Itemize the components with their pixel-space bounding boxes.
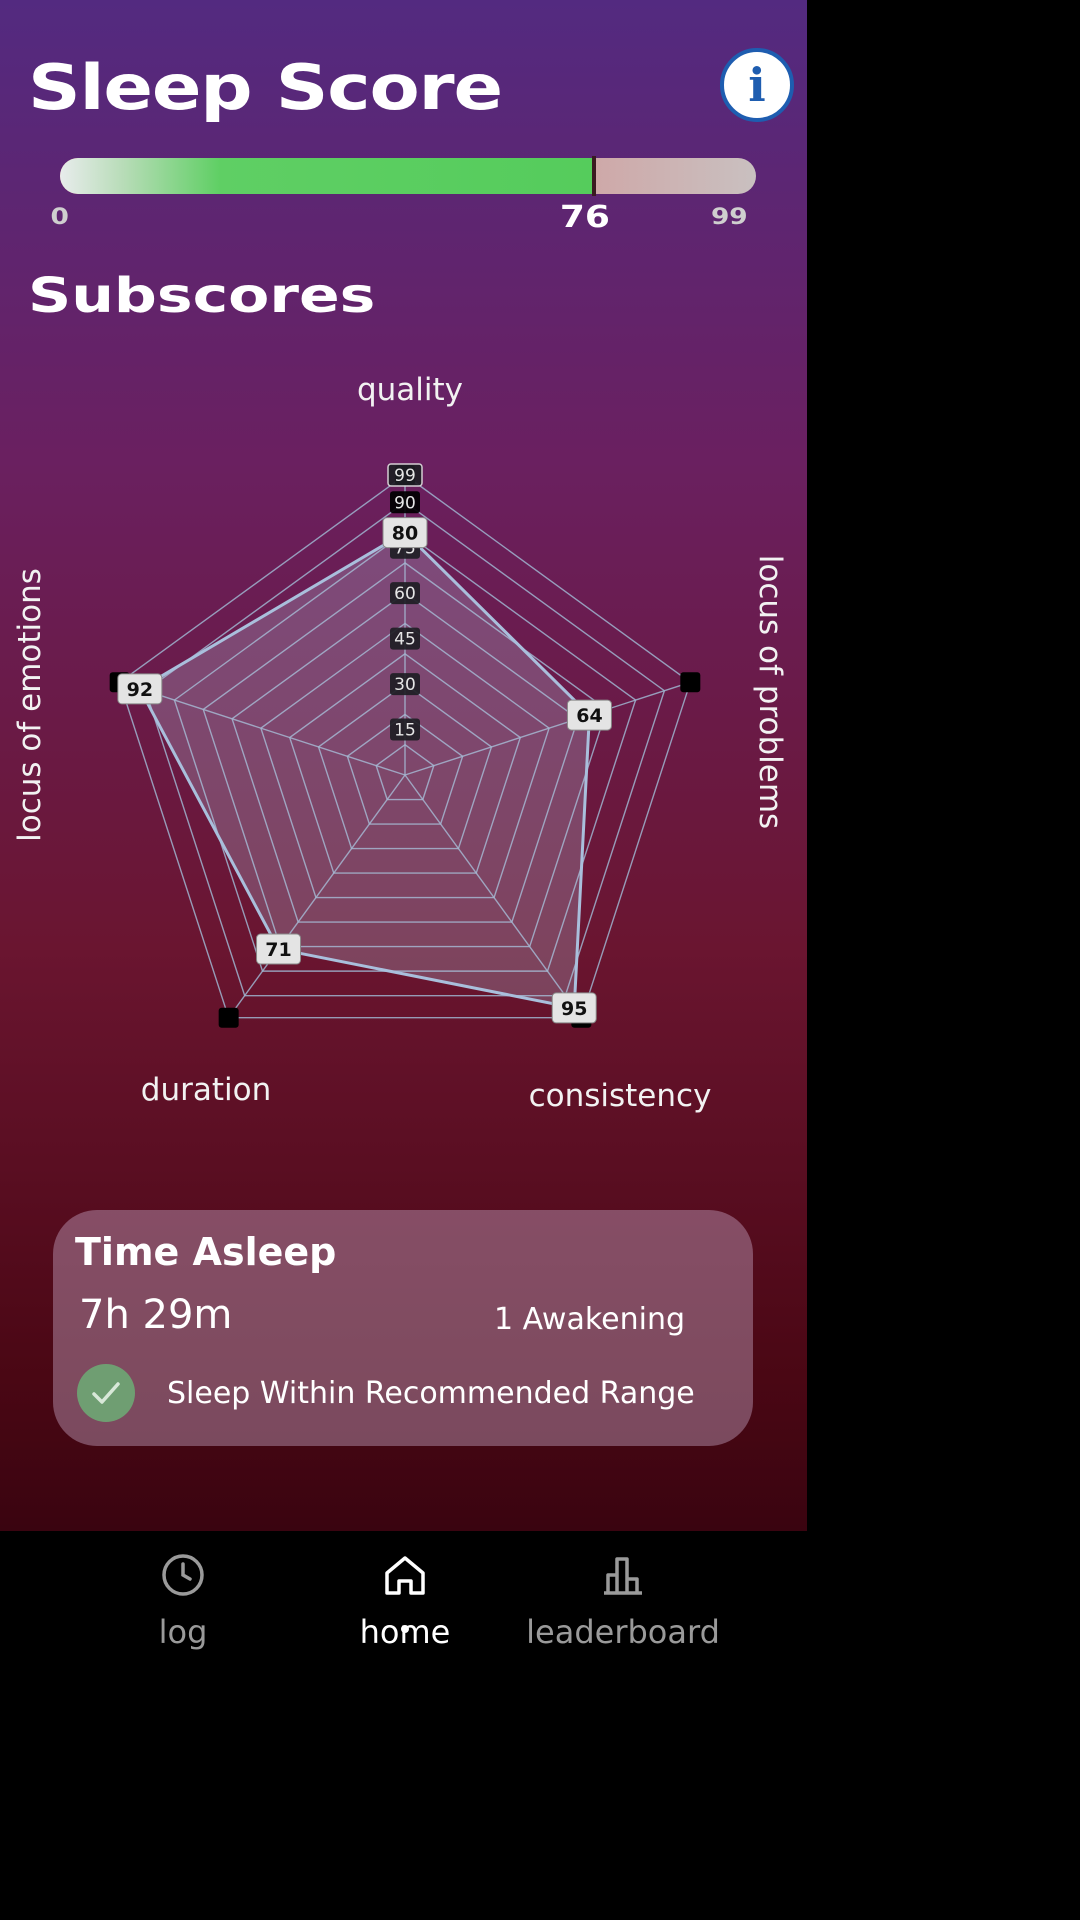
nav-item-log[interactable]: log bbox=[73, 1551, 293, 1651]
radar-ring-label: 90 bbox=[394, 493, 416, 513]
check-icon bbox=[77, 1364, 135, 1422]
radar-value-label: 92 bbox=[127, 679, 153, 701]
radar-ring-label: 45 bbox=[394, 630, 416, 650]
radar-series-area bbox=[138, 531, 591, 1010]
radar-value-label: 64 bbox=[576, 705, 602, 727]
subscores-title: Subscores bbox=[28, 268, 376, 324]
nav-label-leaderboard: leaderboard bbox=[526, 1613, 720, 1651]
home-icon bbox=[385, 1556, 425, 1595]
nav-label-log: log bbox=[158, 1613, 208, 1651]
radar-ring-label: 15 bbox=[394, 721, 416, 741]
sleep-score-bar bbox=[60, 156, 756, 196]
bottom-nav: log home leaderboard bbox=[0, 1531, 807, 1681]
radar-axis-label: consistency bbox=[529, 1078, 712, 1114]
subscores-radar-chart: 153045607590998064957192qualitylocus of … bbox=[12, 372, 788, 1114]
radar-ring-label: 30 bbox=[394, 675, 416, 695]
score-bar-track bbox=[60, 158, 756, 194]
radar-axis-label: duration bbox=[141, 1072, 271, 1108]
awakenings-count: 1 Awakening bbox=[493, 1302, 685, 1337]
page-title: Sleep Score bbox=[28, 51, 503, 124]
radar-axis-label: locus of problems bbox=[752, 555, 788, 829]
score-bar-fill bbox=[60, 158, 595, 194]
active-indicator-dot bbox=[401, 1625, 409, 1633]
radar-axis-marker bbox=[218, 1007, 239, 1028]
radar-axis-marker bbox=[680, 672, 701, 693]
score-min-label: 0 bbox=[50, 205, 69, 230]
bar-chart-icon bbox=[604, 1557, 642, 1595]
radar-ring-label: 99 bbox=[394, 466, 416, 486]
radar-axis-label: locus of emotions bbox=[12, 568, 48, 842]
time-asleep-title: Time Asleep bbox=[75, 1230, 337, 1274]
sleep-duration: 7h 29m bbox=[79, 1292, 233, 1338]
score-bar-marker bbox=[592, 156, 597, 196]
info-icon[interactable]: i bbox=[720, 48, 794, 122]
app-screen: Sleep Score i 0 76 99 Subscores 15 30 45 60… bbox=[0, 0, 807, 1531]
info-glyph: i bbox=[748, 58, 766, 112]
nav-item-leaderboard[interactable]: leaderboard bbox=[513, 1551, 733, 1651]
radar-value-label: 71 bbox=[265, 939, 291, 961]
nav-item-home[interactable]: home bbox=[295, 1551, 515, 1651]
radar-axis-label: quality bbox=[357, 372, 463, 408]
clock-icon bbox=[162, 1554, 204, 1596]
time-asleep-card[interactable]: Time Asleep 7h 29m 1 Awakening Sleep Wit… bbox=[53, 1210, 753, 1446]
radar-ring-label: 60 bbox=[394, 584, 416, 604]
radar-value-label: 95 bbox=[561, 998, 587, 1020]
radar-value-label: 80 bbox=[392, 523, 418, 545]
score-max-label: 99 bbox=[710, 205, 748, 230]
score-value-label: 76 bbox=[560, 200, 611, 235]
sleep-range-status: Sleep Within Recommended Range bbox=[167, 1376, 695, 1411]
